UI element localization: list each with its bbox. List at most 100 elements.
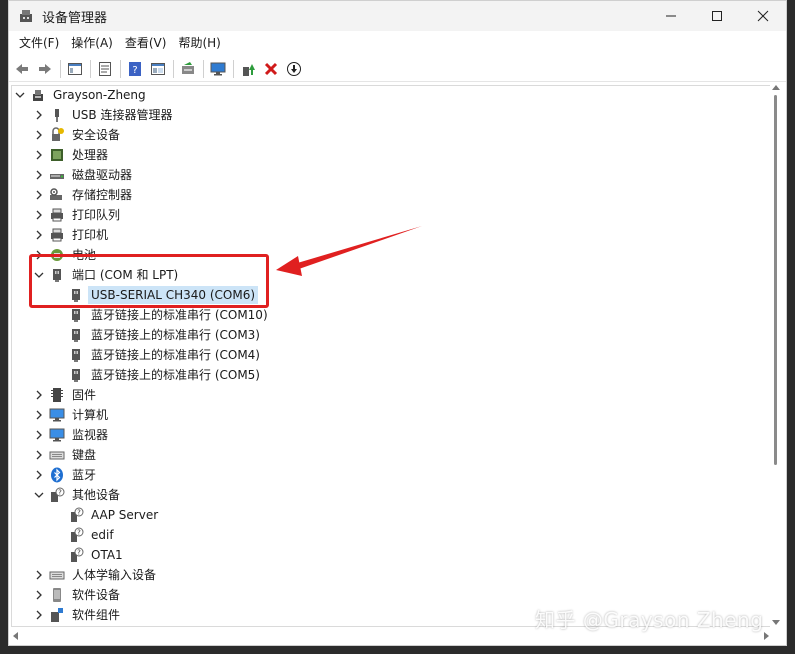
tree-item-software-device[interactable]: 软件设备 <box>33 585 123 605</box>
tree-item-computer[interactable]: 计算机 <box>33 405 111 425</box>
device-manager-app-icon <box>18 8 34 24</box>
update-driver-button[interactable] <box>238 59 258 79</box>
port-item-com10[interactable]: 蓝牙链接上的标准串行 (COM10) <box>68 305 271 325</box>
chevron-right-icon[interactable] <box>33 445 45 465</box>
uninstall-button[interactable] <box>261 59 281 79</box>
unknown-device-icon: ? <box>68 527 84 543</box>
scroll-up-icon[interactable] <box>772 85 780 90</box>
tree-item-storage[interactable]: 存储控制器 <box>33 185 135 205</box>
toolbar-divider <box>120 59 121 78</box>
scrollbar-thumb[interactable] <box>774 95 777 465</box>
chevron-right-icon[interactable] <box>33 405 45 425</box>
processor-icon <box>49 147 65 163</box>
tree-item-printer[interactable]: 打印机 <box>33 225 111 245</box>
menu-help[interactable]: 帮助(H) <box>172 32 226 54</box>
usb-icon <box>49 107 65 123</box>
port-item-com5[interactable]: 蓝牙链接上的标准串行 (COM5) <box>68 365 263 385</box>
forward-button[interactable] <box>35 59 55 79</box>
tree-item-monitor[interactable]: 监视器 <box>33 425 111 445</box>
tree-item-other[interactable]: ? 其他设备 <box>33 485 123 505</box>
chevron-right-icon[interactable] <box>33 425 45 445</box>
console-tree-icon <box>68 62 82 75</box>
forward-icon <box>39 63 51 74</box>
svg-text:?: ? <box>58 489 62 497</box>
other-item-edif[interactable]: ? edif <box>68 525 117 545</box>
help-button[interactable]: ? <box>125 59 145 79</box>
tree-root-label: Grayson-Zheng <box>53 88 146 102</box>
tree-item-security[interactable]: 安全设备 <box>33 125 123 145</box>
download-icon <box>287 61 301 76</box>
tree-item-keyboard[interactable]: 键盘 <box>33 445 99 465</box>
tree-item-hid[interactable]: 人体学输入设备 <box>33 565 159 585</box>
port-item-label: 蓝牙链接上的标准串行 (COM10) <box>91 308 268 322</box>
chevron-down-icon[interactable] <box>33 485 45 505</box>
tree-item-label: 监视器 <box>72 428 109 442</box>
security-device-icon <box>49 127 65 143</box>
chevron-right-icon[interactable] <box>33 585 45 605</box>
scroll-left-icon[interactable] <box>13 632 18 640</box>
tree-item-label: 打印队列 <box>72 208 121 222</box>
chevron-right-icon[interactable] <box>33 385 45 405</box>
chevron-right-icon[interactable] <box>33 465 45 485</box>
other-item-ota1[interactable]: ? OTA1 <box>68 545 126 565</box>
menu-view[interactable]: 查看(V) <box>119 32 173 54</box>
tree-item-software-component[interactable]: 软件组件 <box>33 605 123 625</box>
other-item-label: AAP Server <box>91 508 159 522</box>
scroll-right-icon[interactable] <box>764 632 769 640</box>
tree-item-label: 固件 <box>72 388 97 402</box>
firmware-icon <box>49 387 65 403</box>
chevron-right-icon[interactable] <box>33 605 45 625</box>
monitor-icon <box>210 62 226 75</box>
view-button[interactable] <box>148 59 168 79</box>
port-icon <box>68 367 84 383</box>
chevron-down-icon[interactable] <box>14 85 26 105</box>
tree-item-label: 其他设备 <box>72 488 121 502</box>
tree-item-label: 软件设备 <box>72 588 121 602</box>
download-button[interactable] <box>284 59 304 79</box>
port-item-label: 蓝牙链接上的标准串行 (COM5) <box>91 368 260 382</box>
svg-text:?: ? <box>132 65 137 76</box>
chevron-right-icon[interactable] <box>33 165 45 185</box>
properties-button[interactable] <box>95 59 115 79</box>
chevron-right-icon[interactable] <box>33 225 45 245</box>
port-item-label: 蓝牙链接上的标准串行 (COM3) <box>91 328 260 342</box>
vertical-scrollbar[interactable] <box>770 85 783 627</box>
tree-item-label: 人体学输入设备 <box>72 568 157 582</box>
port-icon <box>68 327 84 343</box>
scan-hardware-button[interactable] <box>178 59 198 79</box>
scroll-down-icon[interactable] <box>772 620 780 625</box>
other-item-aap-server[interactable]: ? AAP Server <box>68 505 161 525</box>
maximize-button[interactable] <box>694 1 740 31</box>
svg-text:?: ? <box>77 549 81 557</box>
tree-item-printqueue[interactable]: 打印队列 <box>33 205 123 225</box>
menu-file[interactable]: 文件(F) <box>13 32 65 54</box>
close-button[interactable] <box>740 1 786 31</box>
tree-item-label: 软件组件 <box>72 608 121 622</box>
chevron-right-icon[interactable] <box>33 145 45 165</box>
monitor-button[interactable] <box>208 59 228 79</box>
tree-item-bluetooth[interactable]: 蓝牙 <box>33 465 99 485</box>
tree-item-label: 计算机 <box>72 408 109 422</box>
chevron-right-icon[interactable] <box>33 185 45 205</box>
tree-root[interactable]: Grayson-Zheng <box>14 85 149 105</box>
console-tree-button[interactable] <box>65 59 85 79</box>
tree-item-usb[interactable]: USB 连接器管理器 <box>33 105 175 125</box>
print-queue-icon <box>49 207 65 223</box>
tree-item-disk[interactable]: 磁盘驱动器 <box>33 165 135 185</box>
chevron-right-icon[interactable] <box>33 105 45 125</box>
port-item-com4[interactable]: 蓝牙链接上的标准串行 (COM4) <box>68 345 263 365</box>
tree-item-label: 磁盘驱动器 <box>72 168 133 182</box>
scan-hardware-icon <box>182 61 194 74</box>
computer-icon <box>49 407 65 423</box>
chevron-right-icon[interactable] <box>33 565 45 585</box>
storage-controller-icon <box>49 187 65 203</box>
chevron-right-icon[interactable] <box>33 125 45 145</box>
menu-action[interactable]: 操作(A) <box>65 32 119 54</box>
properties-icon <box>99 61 111 76</box>
minimize-button[interactable] <box>648 1 694 31</box>
back-button[interactable] <box>12 59 32 79</box>
chevron-right-icon[interactable] <box>33 205 45 225</box>
tree-item-firmware[interactable]: 固件 <box>33 385 99 405</box>
port-item-com3[interactable]: 蓝牙链接上的标准串行 (COM3) <box>68 325 263 345</box>
tree-item-cpu[interactable]: 处理器 <box>33 145 111 165</box>
